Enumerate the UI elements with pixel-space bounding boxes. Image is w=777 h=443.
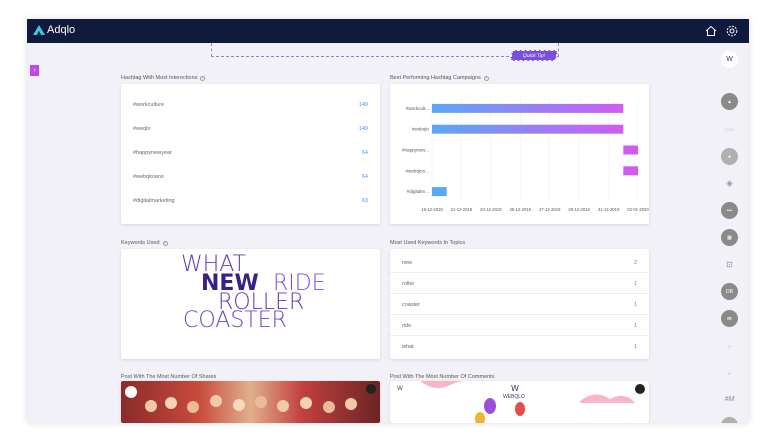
x-tick-label: 25-12-2019 bbox=[510, 207, 532, 212]
info-icon[interactable]: i bbox=[483, 75, 489, 81]
most-comments-post-image[interactable]: W W WEBQLO bbox=[390, 381, 649, 423]
campaign-bar[interactable] bbox=[432, 103, 624, 113]
row-divider bbox=[390, 293, 649, 294]
controller-icon[interactable]: ⊡ bbox=[721, 256, 738, 273]
chevron-right-icon: › bbox=[33, 67, 36, 74]
circle-icon[interactable]: ● bbox=[721, 148, 738, 165]
app-name: Adqlo bbox=[47, 24, 76, 36]
list-item: #digitalmarketing 63 bbox=[133, 198, 368, 204]
home-icon[interactable] bbox=[703, 23, 719, 39]
category-label: #workcult... bbox=[406, 106, 429, 111]
hashtag-interactions-card: #workculture 149 #weqlo 149 #happynewyea… bbox=[121, 84, 380, 224]
row-divider bbox=[390, 335, 649, 336]
mq-icon[interactable]: m bbox=[721, 310, 738, 327]
category-label: #happynew... bbox=[402, 148, 429, 153]
x-tick-label: 02-01-2020 bbox=[627, 207, 649, 212]
most-shares-post-image[interactable] bbox=[121, 381, 380, 423]
list-item: coaster 1 bbox=[402, 302, 637, 308]
webqlo-icon[interactable]: W bbox=[721, 51, 738, 68]
list-item: #webqloians 64 bbox=[133, 174, 368, 180]
row-divider bbox=[390, 314, 649, 315]
word-cloud-word: COASTER bbox=[183, 308, 287, 333]
campaign-bar[interactable] bbox=[432, 187, 447, 197]
keywords-used-title: Keywords Used i bbox=[121, 240, 168, 246]
hashtag-icon[interactable]: #M bbox=[721, 391, 738, 408]
x-tick-label: 23-12-2019 bbox=[480, 207, 502, 212]
dots-icon[interactable]: ••• bbox=[721, 202, 738, 219]
app-window: Adqlo Quick Tip! › Hashtag With Most Int… bbox=[27, 19, 749, 423]
x-tick-label: 29-12-2019 bbox=[568, 207, 590, 212]
info-icon[interactable]: i bbox=[162, 240, 168, 246]
quick-tip-outline bbox=[211, 43, 559, 57]
svg-text:W: W bbox=[397, 385, 403, 392]
list-item: new 2 bbox=[402, 260, 637, 266]
hashtag-interactions-title: Hashtag With Most Interections i bbox=[121, 75, 206, 81]
category-label: #webqlon... bbox=[406, 168, 430, 173]
sidebar-expand-button[interactable]: › bbox=[30, 65, 39, 76]
small-dot-icon[interactable]: ● bbox=[721, 365, 738, 382]
category-label: #digitalm... bbox=[407, 189, 429, 194]
most-comments-title: Post With The Most Number Of Comments bbox=[390, 374, 495, 380]
gear-icon[interactable] bbox=[724, 23, 740, 39]
group-photo bbox=[125, 384, 376, 413]
x-tick-label: 19-12-2019 bbox=[421, 207, 443, 212]
category-label: #webqlo bbox=[412, 127, 430, 132]
svg-text:W: W bbox=[511, 384, 519, 393]
campaign-bar[interactable] bbox=[623, 166, 638, 176]
keywords-topics-title: Most Used Keywords In Topics bbox=[390, 240, 466, 246]
grid-icon[interactable]: ▦ bbox=[721, 229, 738, 246]
info-icon[interactable]: i bbox=[200, 75, 206, 81]
best-campaigns-card: 19-12-2019 21-12-2019 23-12-2019 25-12-2019… bbox=[390, 84, 649, 224]
x-tick-label: 31-12-2019 bbox=[598, 207, 620, 212]
keywords-topics-card: new 2 roller 1 coaster 1 ride 1 what 1 bbox=[390, 249, 649, 359]
campaign-bar-chart: 19-12-2019 21-12-2019 23-12-2019 25-12-2019… bbox=[402, 98, 649, 212]
x-tick-label: 21-12-2019 bbox=[451, 207, 473, 212]
adqlo-icon[interactable]: ▲ bbox=[721, 93, 738, 110]
keywords-word-cloud-card: WHAT NEW RIDE ROLLER COASTER bbox=[121, 249, 380, 359]
right-icon-rail: W ▲ ▭▭ ● ◈ ••• ▦ ⊡ DB m ● ● #M bbox=[711, 43, 749, 423]
cards-icon[interactable]: ▭▭ bbox=[721, 121, 738, 138]
list-item: roller 1 bbox=[402, 281, 637, 287]
list-item: #weqlo 149 bbox=[133, 126, 368, 132]
app-logo[interactable]: Adqlo bbox=[33, 24, 75, 36]
campaign-bar[interactable] bbox=[432, 124, 624, 134]
list-item: #happynewyear 64 bbox=[133, 150, 368, 156]
campaign-bar[interactable] bbox=[623, 145, 638, 155]
quick-tip-button[interactable]: Quick Tip! bbox=[509, 50, 559, 61]
list-item: what 1 bbox=[402, 344, 637, 350]
adqlo-logo-icon bbox=[33, 25, 45, 35]
row-divider bbox=[390, 272, 649, 273]
tag-icon[interactable]: ◈ bbox=[721, 175, 738, 192]
x-tick-label: 27-12-2019 bbox=[539, 207, 561, 212]
logo-icon[interactable]: DB bbox=[721, 283, 738, 300]
small-dot-icon[interactable]: ● bbox=[721, 338, 738, 355]
webqlo-brand-text: WEBQLO bbox=[503, 394, 525, 400]
celebration-graphic: W W WEBQLO bbox=[397, 381, 645, 423]
most-shares-title: Post With The Most Number Of Shares bbox=[121, 374, 217, 380]
list-item: #workculture 149 bbox=[133, 102, 368, 108]
list-item: ride 1 bbox=[402, 323, 637, 329]
best-campaigns-title: Best Performing Hashtag Campaigns i bbox=[390, 75, 489, 81]
top-bar: Adqlo bbox=[27, 19, 749, 43]
round-icon[interactable] bbox=[721, 417, 738, 423]
